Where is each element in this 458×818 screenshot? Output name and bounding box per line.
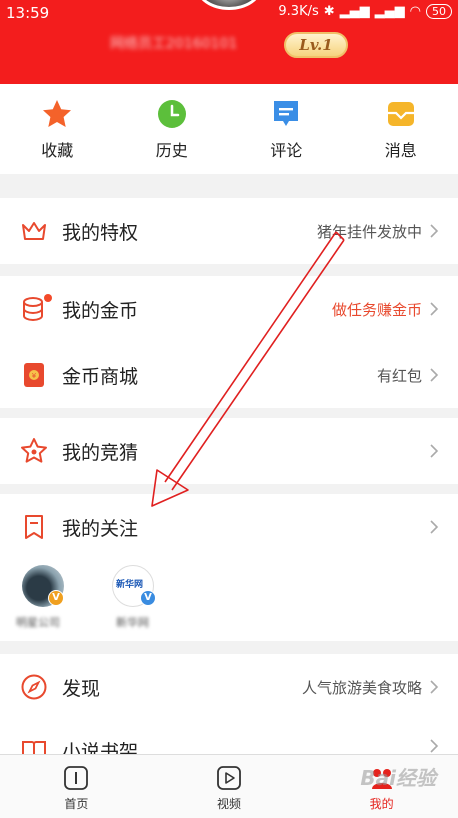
menu-label: 我的关注 (62, 517, 139, 540)
nav-video[interactable]: 视频 (153, 755, 306, 818)
compass-icon (21, 674, 47, 700)
menu-label: 我的竞猜 (62, 441, 139, 464)
chevron-right-icon (430, 680, 439, 694)
crown-icon (22, 222, 46, 240)
menu-label: 发现 (62, 677, 101, 700)
status-indicators: 9.3K/s ✱ ▂▄▆ ▂▄▆ ◠ 50 (278, 4, 452, 19)
menu-label: 金币商城 (62, 365, 139, 388)
user-avatar[interactable] (196, 0, 262, 10)
bookmark-icon (25, 515, 43, 539)
followed-accounts: V 明星公司 新华网 V 新华网 (0, 560, 458, 645)
discover-card: 发现 人气旅游美食攻略 小说书架 (0, 654, 458, 754)
username[interactable]: 网络员工20160101 (110, 33, 282, 55)
menu-row-follows[interactable]: 我的关注 (0, 494, 458, 560)
menu-row-coin-mall[interactable]: ¥ 金币商城 有红包 (0, 342, 458, 408)
menu-value: 猪年挂件发放中 (316, 222, 422, 241)
followed-logo-text: 新华网 (116, 580, 144, 590)
verified-badge-icon: V (140, 590, 156, 606)
quick-action-favorites[interactable]: 收藏 (0, 84, 115, 174)
profile-header: 13:59 9.3K/s ✱ ▂▄▆ ▂▄▆ ◠ 50 网络员工20160101… (0, 0, 458, 84)
signal-icon-2: ▂▄▆ (374, 4, 405, 19)
quick-action-label: 历史 (155, 141, 188, 160)
baidu-watermark: Bai经验 (360, 766, 436, 790)
chevron-right-icon (430, 444, 439, 458)
privilege-card: 我的特权 猪年挂件发放中 (0, 198, 458, 264)
network-speed: 9.3K/s (278, 4, 319, 19)
followed-name: 明星公司 (16, 616, 60, 629)
guess-card: 我的竞猜 (0, 418, 458, 484)
menu-row-privilege[interactable]: 我的特权 猪年挂件发放中 (0, 198, 458, 264)
clock-icon (157, 100, 186, 128)
menu-label: 小说书架 (62, 741, 139, 754)
quick-action-label: 收藏 (41, 141, 74, 160)
chevron-right-icon (430, 224, 439, 238)
nav-label: 视频 (217, 797, 242, 811)
home-icon (64, 766, 89, 790)
level-badge[interactable]: Lv.1 (284, 32, 348, 58)
menu-label: 我的特权 (62, 221, 139, 244)
book-icon (22, 741, 46, 754)
quick-action-messages[interactable]: 消息 (344, 84, 458, 174)
verified-badge-icon: V (48, 590, 64, 606)
notification-dot (44, 294, 52, 302)
status-time: 13:59 (6, 4, 50, 22)
chevron-right-icon (430, 739, 439, 753)
star-badge-icon (21, 438, 47, 463)
comment-icon (274, 101, 299, 126)
nav-label: 首页 (64, 797, 89, 811)
nav-home[interactable]: 首页 (0, 755, 153, 818)
chevron-right-icon (430, 302, 439, 316)
nav-label: 我的 (369, 797, 394, 811)
quick-actions: 收藏 历史 评论 消息 (0, 84, 458, 174)
quick-action-label: 评论 (270, 141, 303, 160)
quick-action-label: 消息 (384, 141, 417, 160)
coins-card: 我的金币 做任务赚金币 ¥ 金币商城 有红包 (0, 276, 458, 408)
video-play-icon (217, 766, 241, 790)
menu-value: 做任务赚金币 (331, 300, 422, 319)
signal-icon: ▂▄▆ (339, 4, 370, 19)
svg-text:¥: ¥ (32, 372, 37, 380)
menu-row-novel[interactable]: 小说书架 (0, 720, 458, 754)
quick-action-history[interactable]: 历史 (115, 84, 230, 174)
bluetooth-icon: ✱ (323, 4, 335, 19)
chevron-right-icon (430, 368, 439, 382)
menu-value: 有红包 (376, 366, 422, 385)
red-envelope-icon: ¥ (24, 363, 44, 387)
menu-value: 人气旅游美食攻略 (301, 678, 422, 697)
battery-indicator: 50 (426, 4, 452, 19)
wifi-icon: ◠ (409, 4, 421, 19)
menu-label: 我的金币 (62, 299, 139, 322)
star-icon (43, 100, 72, 127)
menu-row-guess[interactable]: 我的竞猜 (0, 418, 458, 484)
menu-row-coins[interactable]: 我的金币 做任务赚金币 (0, 276, 458, 342)
message-icon (387, 102, 414, 126)
followed-name: 新华网 (116, 616, 149, 629)
chevron-right-icon (430, 520, 439, 534)
follows-card: 我的关注 V 明星公司 新华网 V 新华网 (0, 494, 458, 641)
quick-action-comments[interactable]: 评论 (229, 84, 344, 174)
menu-row-discover[interactable]: 发现 人气旅游美食攻略 (0, 654, 458, 720)
